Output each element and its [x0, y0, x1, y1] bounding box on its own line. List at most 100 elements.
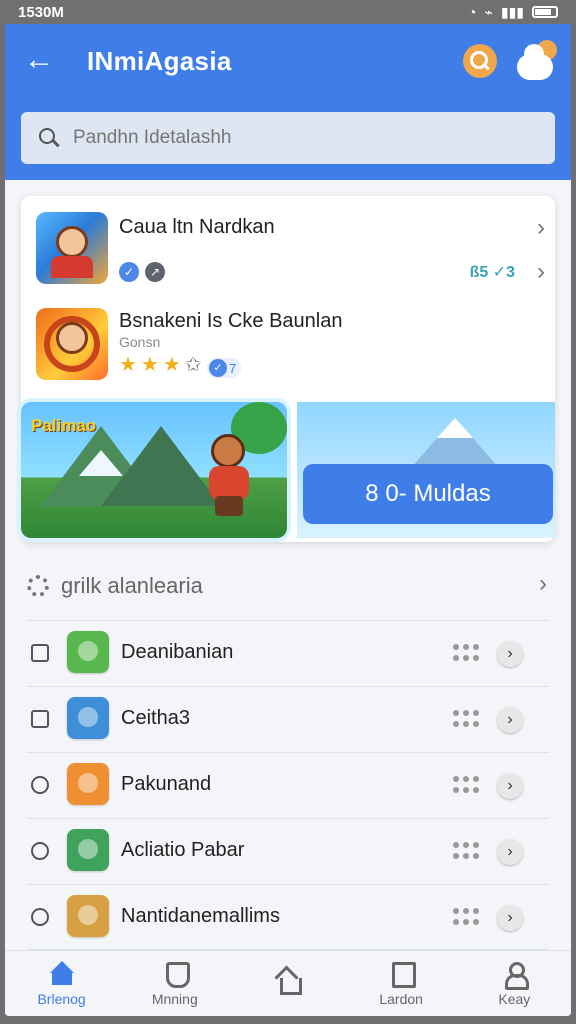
game-icon — [36, 308, 108, 380]
more-dots-icon[interactable] — [453, 710, 481, 728]
app-name: Acliatio Pabar — [121, 839, 245, 861]
more-dots-icon[interactable] — [453, 776, 481, 794]
star-outline-icon: ✩ — [184, 354, 202, 376]
star-icon: ★ — [162, 354, 181, 376]
app-list: Deanibanian › Ceitha3 › Pakunand › Aclia… — [27, 620, 549, 950]
gear-icon — [27, 575, 49, 597]
battery-icon — [532, 6, 558, 18]
app-name: Ceitha3 — [121, 707, 190, 729]
game-title: Caua ltn Nardkan — [119, 216, 275, 238]
document-icon — [389, 961, 417, 988]
game-title: Bsnakeni Is Cke Baunlan — [119, 310, 343, 332]
promo-button[interactable]: 8 0- Muldas — [303, 464, 553, 524]
app-header: ← INmiAgasia — [5, 24, 571, 180]
nav-item-house[interactable] — [240, 969, 336, 999]
search-icon — [39, 128, 59, 148]
game-meta: ß5 ✓3 — [469, 264, 515, 281]
more-dots-icon[interactable] — [453, 842, 481, 860]
list-item[interactable]: Nantidanemallims › — [27, 884, 549, 950]
hero-head — [211, 434, 245, 468]
more-dots-icon[interactable] — [453, 908, 481, 926]
hero-torso — [209, 466, 249, 500]
character-body-icon — [51, 256, 93, 278]
list-item[interactable]: Pakunand › — [27, 752, 549, 818]
shield-icon — [163, 961, 190, 988]
checkbox[interactable] — [31, 644, 49, 662]
chevron-right-icon[interactable]: › — [537, 214, 545, 242]
verified-icon: ✓ — [119, 262, 139, 282]
house-icon — [276, 969, 302, 995]
star-icon: ★ — [119, 354, 137, 376]
app-icon — [67, 763, 109, 805]
status-time: 1530M — [18, 3, 64, 21]
nav-label: Lardon — [379, 990, 423, 1007]
app-icon — [67, 631, 109, 673]
chevron-right-icon[interactable]: › — [497, 773, 523, 799]
radio-button[interactable] — [31, 776, 49, 794]
hero-legs — [215, 496, 243, 516]
hero-character — [201, 434, 257, 516]
app-name: Deanibanian — [121, 641, 234, 663]
snow-cap-graphic — [437, 418, 473, 438]
section-header[interactable]: grilk alanlearia › — [27, 566, 547, 606]
nav-label: Brlenog — [37, 990, 86, 1007]
share-icon: ↗ — [145, 262, 165, 282]
nav-label: Mnning — [151, 990, 198, 1007]
radio-button[interactable] — [31, 908, 49, 926]
status-icons: ◔ ⌁ ▮▮▮ — [468, 4, 558, 21]
app-icon — [67, 895, 109, 937]
cloud-icon — [517, 44, 553, 80]
bottom-navigation: Brlenog Mnning Lardon Keay — [5, 950, 571, 1016]
star-icon: ★ — [140, 354, 159, 376]
app-screen: ← INmiAgasia Caua ltn Nardkan ✓ ↗ › ß5 ✓… — [5, 24, 571, 1016]
rating-stars: ★ ★ ★ ✩ — [119, 352, 202, 377]
weather-settings-icon[interactable] — [515, 38, 561, 84]
home-icon — [49, 960, 74, 985]
chevron-right-icon[interactable]: › — [497, 839, 523, 865]
promo-image[interactable]: Palimao — [21, 402, 287, 538]
search-input[interactable] — [73, 127, 513, 149]
chevron-right-icon[interactable]: › — [537, 258, 545, 286]
featured-game-row[interactable]: Caua ltn Nardkan ✓ ↗ › ß5 ✓3 › — [21, 196, 555, 286]
game-badges: ✓ ↗ — [119, 262, 165, 282]
nav-item-shield[interactable]: Mnning — [127, 961, 223, 1007]
verified-icon: ✓ — [209, 359, 227, 377]
more-dots-icon[interactable] — [453, 644, 481, 662]
game-subtitle: Gonsn — [119, 334, 161, 350]
search-bar[interactable] — [21, 112, 555, 164]
chevron-right-icon[interactable]: › — [497, 905, 523, 931]
nav-label: Keay — [498, 990, 531, 1007]
section-title: grilk alanlearia — [61, 573, 203, 598]
alarm-icon: ◔ — [467, 4, 477, 20]
status-bar: 1530M ◔ ⌁ ▮▮▮ — [0, 0, 576, 24]
featured-card: Caua ltn Nardkan ✓ ↗ › ß5 ✓3 › Bsnakeni … — [21, 196, 555, 542]
nav-item-home[interactable]: Brlenog — [14, 960, 110, 1007]
cellular-icon: ▮▮▮ — [500, 3, 524, 20]
user-icon — [502, 961, 530, 990]
list-item[interactable]: Ceitha3 › — [27, 686, 549, 752]
game-icon — [36, 212, 108, 284]
app-icon — [67, 829, 109, 871]
nav-item-profile[interactable]: Keay — [466, 961, 562, 1007]
wifi-icon: ⌁ — [484, 3, 493, 20]
list-item[interactable]: Deanibanian › — [27, 620, 549, 686]
featured-game-row[interactable] — [21, 292, 555, 380]
nav-item-document[interactable]: Lardon — [353, 961, 449, 1007]
list-item[interactable]: Acliatio Pabar › — [27, 818, 549, 884]
promo-banner: Palimao 8 0- Muldas — [21, 402, 555, 542]
character-face-icon — [56, 322, 88, 354]
snow-peak-graphic — [79, 450, 123, 476]
app-icon — [67, 697, 109, 739]
app-name: Pakunand — [121, 773, 212, 795]
radio-button[interactable] — [31, 842, 49, 860]
checkbox[interactable] — [31, 710, 49, 728]
app-name: Nantidanemallims — [121, 905, 280, 927]
version-badge: ✓ 7 — [207, 358, 242, 378]
character-face-icon — [56, 226, 88, 258]
version-number: 7 — [229, 360, 237, 376]
chevron-right-icon[interactable]: › — [539, 570, 547, 598]
chevron-right-icon[interactable]: › — [497, 641, 523, 667]
search-icon[interactable] — [463, 44, 497, 78]
back-arrow-icon[interactable]: ← — [21, 42, 57, 78]
chevron-right-icon[interactable]: › — [497, 707, 523, 733]
